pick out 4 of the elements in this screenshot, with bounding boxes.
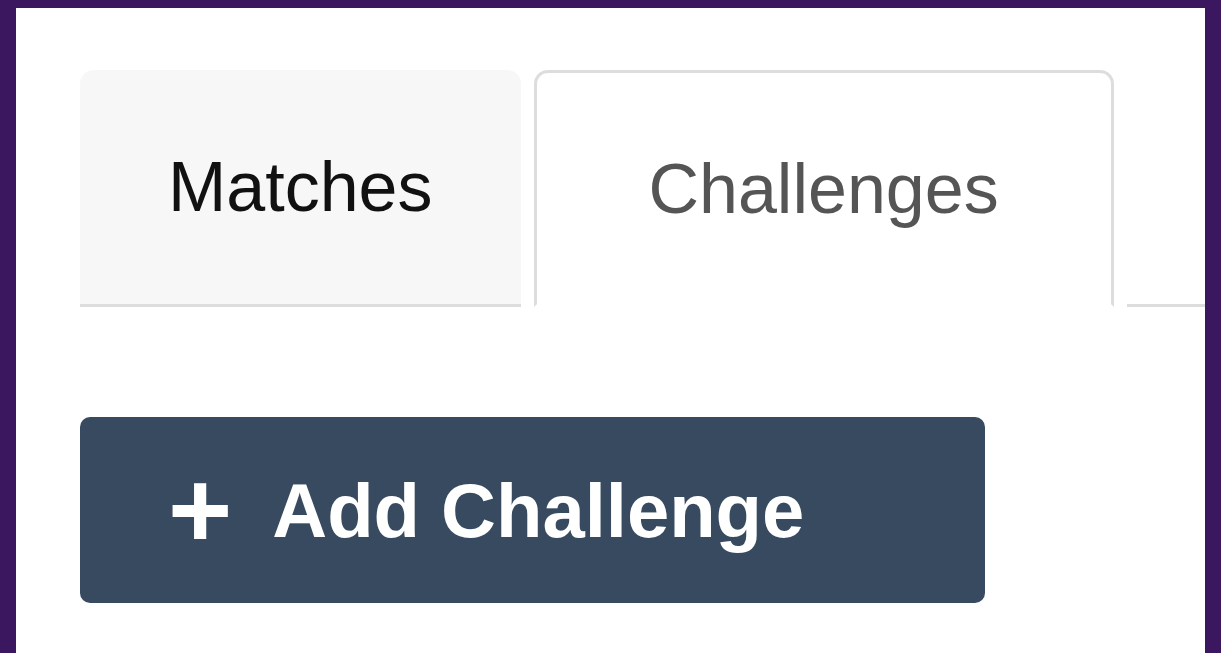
tab[interactable]: Matches bbox=[80, 70, 521, 307]
add-challenge-button[interactable]: + Add Challenge bbox=[80, 417, 985, 603]
plus-icon: + bbox=[168, 455, 233, 565]
tab[interactable]: Challenges bbox=[533, 70, 1114, 307]
